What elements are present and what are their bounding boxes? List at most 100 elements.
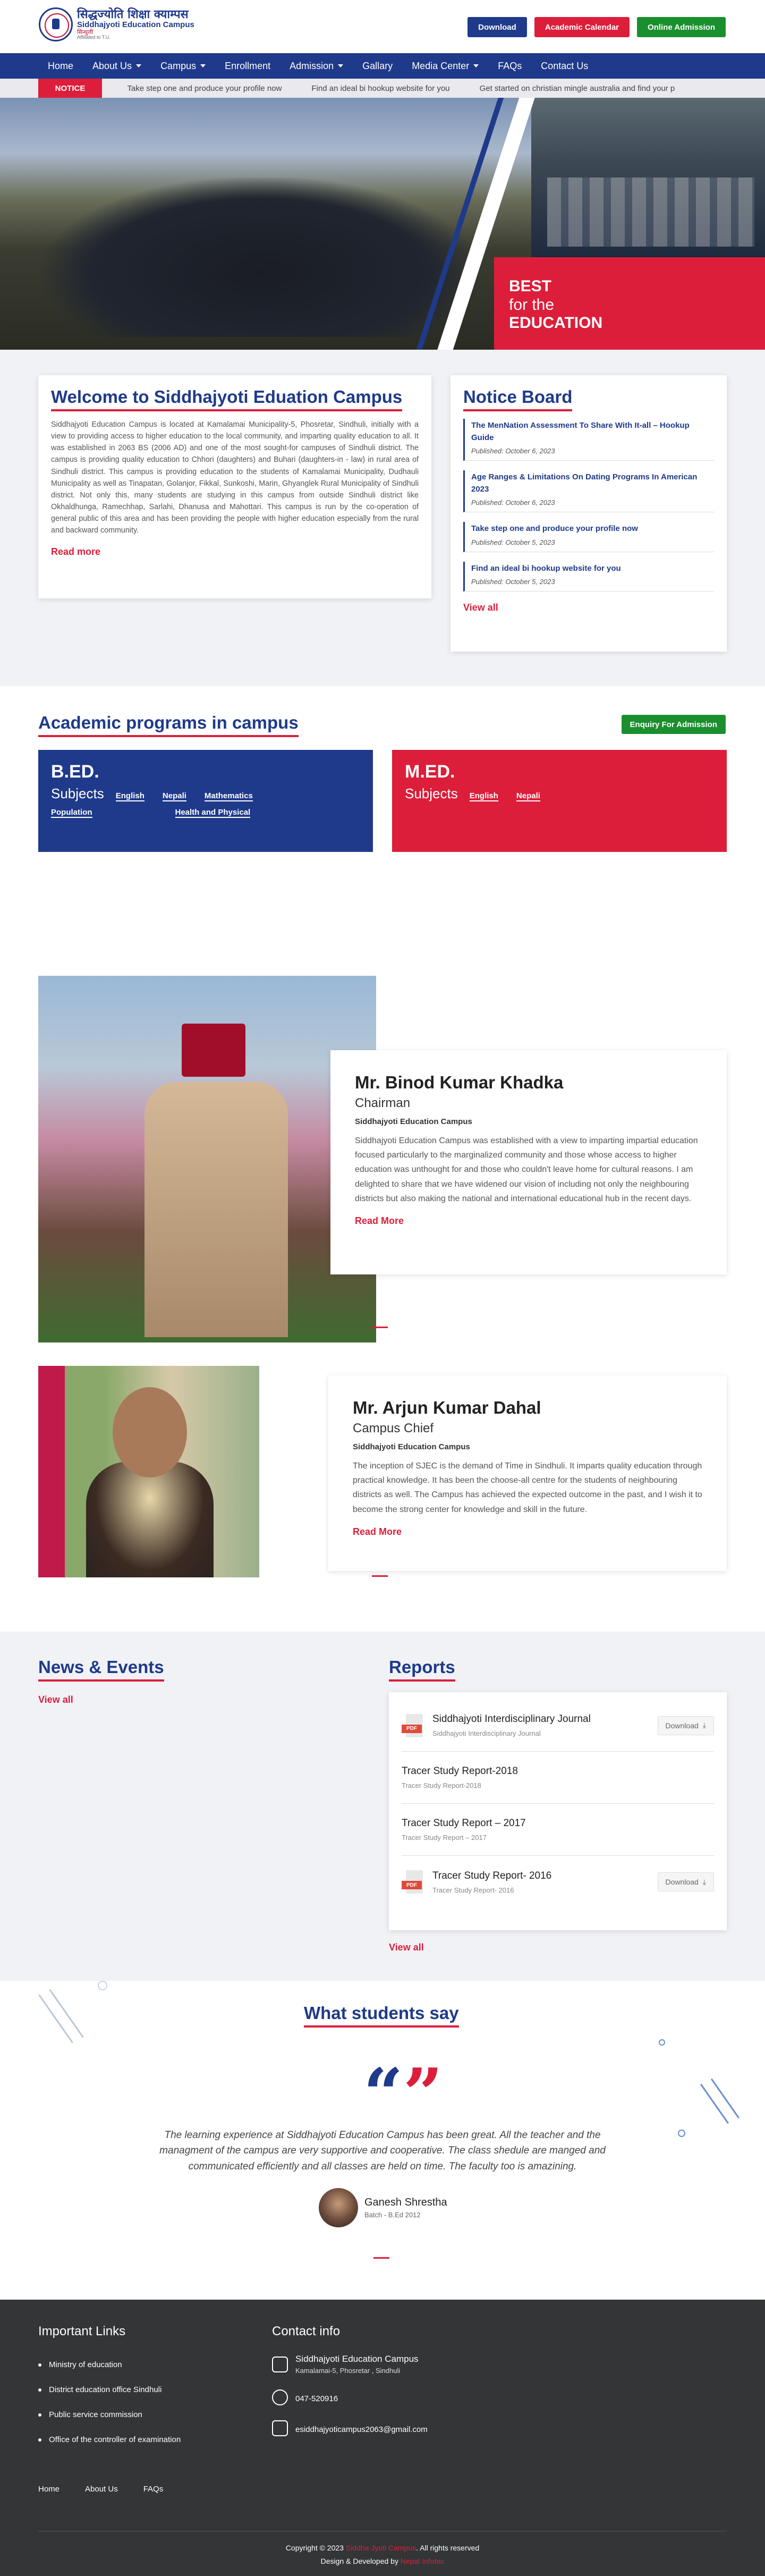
reports-title: Reports bbox=[389, 1657, 455, 1682]
notice-view-all-link[interactable]: View all bbox=[463, 602, 714, 613]
subject-link[interactable]: Nepali bbox=[516, 791, 540, 801]
footer-link[interactable]: District education office Sindhuli bbox=[38, 2385, 181, 2394]
subject-link[interactable]: Nepali bbox=[162, 791, 186, 801]
testimonials-section: What students say “” The learning experi… bbox=[0, 1981, 765, 2300]
contact-address: Siddhajyoti Education Campus Kamalamai-5… bbox=[272, 2354, 428, 2375]
ticker-item[interactable]: Get started on christian mingle australi… bbox=[480, 84, 675, 93]
program-med-card[interactable]: M.ED. Subjects English Nepali bbox=[392, 750, 727, 852]
report-name[interactable]: Tracer Study Report-2018 bbox=[402, 1766, 714, 1777]
program-bed-card[interactable]: B.ED. Subjects English Nepali Mathematic… bbox=[38, 750, 373, 852]
notice-item[interactable]: Age Ranges & Limitations On Dating Progr… bbox=[463, 470, 714, 512]
logo-text: सिद्धज्योति शिक्षा क्याम्पस Siddhajyoti … bbox=[77, 9, 194, 40]
footer-about-link[interactable]: About Us bbox=[85, 2485, 118, 2494]
developer-link[interactable]: Nepal Infotec bbox=[401, 2557, 445, 2565]
nav-gallary[interactable]: Gallary bbox=[353, 53, 402, 79]
campus-chief-message-card: Mr. Arjun Kumar Dahal Campus Chief Siddh… bbox=[328, 1375, 727, 1571]
contact-phone[interactable]: 047-520916 bbox=[272, 2389, 428, 2405]
news-view-all-link[interactable]: View all bbox=[38, 1694, 73, 1705]
report-item[interactable]: Tracer Study Report-2018 Tracer Study Re… bbox=[402, 1752, 714, 1804]
building-icon bbox=[272, 2356, 288, 2372]
email-icon bbox=[272, 2420, 288, 2436]
email-address[interactable]: esiddhajyoticampus2063@gmail.com bbox=[295, 2425, 428, 2434]
footer-link[interactable]: Public service commission bbox=[38, 2410, 181, 2419]
subject-link[interactable]: Health and Physical bbox=[175, 808, 251, 818]
footer-link[interactable]: Office of the controller of examination bbox=[38, 2435, 181, 2444]
report-item[interactable]: PDF Tracer Study Report- 2016 Tracer Stu… bbox=[402, 1856, 714, 1908]
chairman-message-card: Mr. Binod Kumar Khadka Chairman Siddhajy… bbox=[330, 1050, 727, 1274]
report-name[interactable]: Tracer Study Report- 2016 bbox=[432, 1870, 658, 1882]
campus-chief-read-more-link[interactable]: Read More bbox=[353, 1526, 702, 1538]
report-item[interactable]: PDF Siddhajyoti Interdisciplinary Journa… bbox=[402, 1700, 714, 1752]
nav-faqs[interactable]: FAQs bbox=[488, 53, 531, 79]
report-name[interactable]: Siddhajyoti Interdisciplinary Journal bbox=[432, 1713, 658, 1725]
footer-important-links: Important Links Ministry of education Di… bbox=[38, 2324, 181, 2444]
nav-enrollment[interactable]: Enrollment bbox=[215, 53, 280, 79]
ticker-item[interactable]: Find an ideal bi hookup website for you bbox=[311, 84, 449, 93]
site-logo[interactable]: सिद्धज्योति शिक्षा क्याम्पस Siddhajyoti … bbox=[39, 7, 194, 41]
decorative-line bbox=[700, 2083, 729, 2124]
notice-item[interactable]: Find an ideal bi hookup website for you … bbox=[463, 561, 714, 592]
bullet-icon bbox=[38, 2363, 41, 2367]
notice-item-title[interactable]: The MenNation Assessment To Share With I… bbox=[471, 420, 714, 444]
reports-view-all-link[interactable]: View all bbox=[389, 1942, 424, 1953]
nav-about-us[interactable]: About Us bbox=[83, 53, 151, 79]
program-name: M.ED. bbox=[405, 762, 455, 782]
pdf-icon: PDF bbox=[402, 1870, 425, 1894]
report-download-button[interactable]: Download ⤓ bbox=[657, 1872, 714, 1891]
welcome-body: Siddhajyoti Education Campus is located … bbox=[51, 420, 419, 535]
enquiry-admission-button[interactable]: Enquiry For Admission bbox=[621, 715, 726, 734]
nav-contact-us[interactable]: Contact Us bbox=[531, 53, 598, 79]
campus-chief-section: Mr. Arjun Kumar Dahal Campus Chief Siddh… bbox=[0, 1366, 765, 1632]
nav-media-center[interactable]: Media Center bbox=[402, 53, 488, 79]
welcome-read-more-link[interactable]: Read more bbox=[51, 546, 419, 558]
subject-link[interactable]: Mathematics bbox=[204, 791, 253, 801]
academic-calendar-button[interactable]: Academic Calendar bbox=[534, 17, 630, 37]
nav-home[interactable]: Home bbox=[38, 53, 83, 79]
report-name[interactable]: Tracer Study Report – 2017 bbox=[402, 1818, 714, 1829]
notice-item-date: Published: October 5, 2023 bbox=[471, 578, 555, 586]
notice-item-title[interactable]: Take step one and produce your profile n… bbox=[471, 523, 714, 535]
download-button[interactable]: Download bbox=[468, 17, 527, 37]
campus-seal-icon bbox=[39, 7, 73, 41]
notice-item-title[interactable]: Find an ideal bi hookup website for you bbox=[471, 563, 714, 575]
top-header: सिद्धज्योति शिक्षा क्याम्पस Siddhajyoti … bbox=[0, 0, 765, 53]
program-subjects: Subjects English Nepali bbox=[405, 786, 649, 808]
campus-chief-name: Mr. Arjun Kumar Dahal bbox=[353, 1398, 541, 1417]
chairman-message: Siddhajyoti Education Campus was establi… bbox=[355, 1136, 698, 1203]
notice-item[interactable]: The MenNation Assessment To Share With I… bbox=[463, 419, 714, 461]
notice-item-title[interactable]: Age Ranges & Limitations On Dating Progr… bbox=[471, 471, 714, 495]
phone-icon bbox=[272, 2389, 288, 2405]
report-download-button[interactable]: Download ⤓ bbox=[657, 1716, 714, 1735]
notice-item-date: Published: October 6, 2023 bbox=[471, 499, 555, 506]
nav-admission[interactable]: Admission bbox=[280, 53, 353, 79]
phone-number[interactable]: 047-520916 bbox=[295, 2394, 338, 2403]
contact-name: Siddhajyoti Education Campus bbox=[295, 2354, 419, 2364]
report-item[interactable]: Tracer Study Report – 2017 Tracer Study … bbox=[402, 1804, 714, 1856]
subject-link[interactable]: English bbox=[469, 791, 498, 801]
hero-tagline-for-the: for the bbox=[509, 295, 555, 314]
program-subjects: Subjects English Nepali Mathematics Popu… bbox=[51, 786, 295, 824]
chairman-read-more-link[interactable]: Read More bbox=[355, 1215, 702, 1227]
subject-link[interactable]: English bbox=[115, 791, 144, 801]
contact-email[interactable]: esiddhajyoticampus2063@gmail.com bbox=[272, 2420, 428, 2436]
footer-home-link[interactable]: Home bbox=[38, 2485, 60, 2494]
report-subtitle: Siddhajyoti Interdisciplinary Journal bbox=[432, 1729, 541, 1737]
chairman-name: Mr. Binod Kumar Khadka bbox=[355, 1072, 564, 1092]
notice-label: NOTICE bbox=[38, 79, 102, 98]
decorative-line bbox=[38, 1994, 73, 2043]
notice-item[interactable]: Take step one and produce your profile n… bbox=[463, 522, 714, 552]
accent-line bbox=[372, 1327, 388, 1328]
hero-award-photo bbox=[531, 98, 765, 257]
footer-faqs-link[interactable]: FAQs bbox=[143, 2485, 164, 2494]
notice-board-card: Notice Board The MenNation Assessment To… bbox=[450, 375, 727, 652]
online-admission-button[interactable]: Online Admission bbox=[637, 17, 726, 37]
notice-ticker: NOTICE 2023 Take step one and produce yo… bbox=[0, 79, 765, 98]
avatar bbox=[319, 2188, 358, 2227]
hero-tagline: BEST for the EDUCATION bbox=[509, 277, 602, 333]
footer-link[interactable]: Ministry of education bbox=[38, 2360, 181, 2369]
subject-link[interactable]: Population bbox=[51, 808, 92, 818]
nav-campus[interactable]: Campus bbox=[151, 53, 215, 79]
copyright-link[interactable]: Siddha Jyoti Campus bbox=[346, 2544, 416, 2552]
ticker-item[interactable]: Take step one and produce your profile n… bbox=[127, 84, 282, 93]
chairman-photo bbox=[38, 976, 376, 1342]
